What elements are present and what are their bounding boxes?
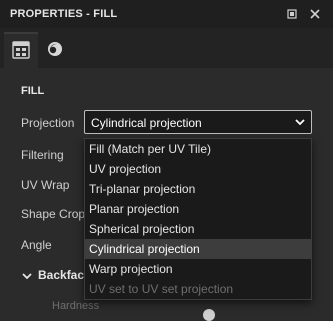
dropdown-option-selected[interactable]: Cylindrical projection	[85, 239, 311, 259]
projection-select[interactable]: Cylindrical projection	[84, 110, 312, 134]
projection-dropdown: Fill (Match per UV Tile) UV projection T…	[84, 138, 312, 300]
chevron-down-icon	[21, 270, 33, 282]
window-title: PROPERTIES - FILL	[10, 8, 118, 20]
grid-icon	[12, 40, 30, 62]
projection-value: Cylindrical projection	[91, 116, 202, 130]
tab-fill-properties[interactable]	[4, 32, 38, 68]
dropdown-option[interactable]: Tri-planar projection	[85, 179, 311, 199]
uv-wrap-label: UV Wrap	[21, 178, 70, 192]
title-bar: PROPERTIES - FILL	[0, 0, 333, 28]
chevron-down-icon	[293, 115, 307, 129]
tab-bar	[0, 28, 333, 68]
sphere-icon	[46, 40, 64, 61]
restore-icon[interactable]	[286, 8, 298, 20]
shape-crop-label: Shape Crop	[21, 207, 86, 221]
dropdown-option-disabled: UV set to UV set projection	[89, 282, 234, 296]
dropdown-option[interactable]: UV projection	[85, 159, 311, 179]
filtering-label: Filtering	[21, 148, 64, 162]
projection-label: Projection	[21, 116, 75, 130]
backface-label: Backface	[38, 268, 91, 282]
angle-label: Angle	[21, 238, 52, 252]
dropdown-option[interactable]: Warp projection	[85, 259, 311, 279]
section-title: FILL	[21, 85, 45, 97]
close-icon[interactable]	[309, 8, 321, 20]
dropdown-option[interactable]: Fill (Match per UV Tile)	[85, 139, 311, 159]
dropdown-option[interactable]: Spherical projection	[85, 219, 311, 239]
dropdown-option[interactable]: Planar projection	[85, 199, 311, 219]
tab-material[interactable]	[38, 32, 72, 68]
hardness-label: Hardness	[52, 300, 100, 312]
fill-properties-panel: FILL Projection Filtering UV Wrap Shape …	[0, 68, 333, 321]
